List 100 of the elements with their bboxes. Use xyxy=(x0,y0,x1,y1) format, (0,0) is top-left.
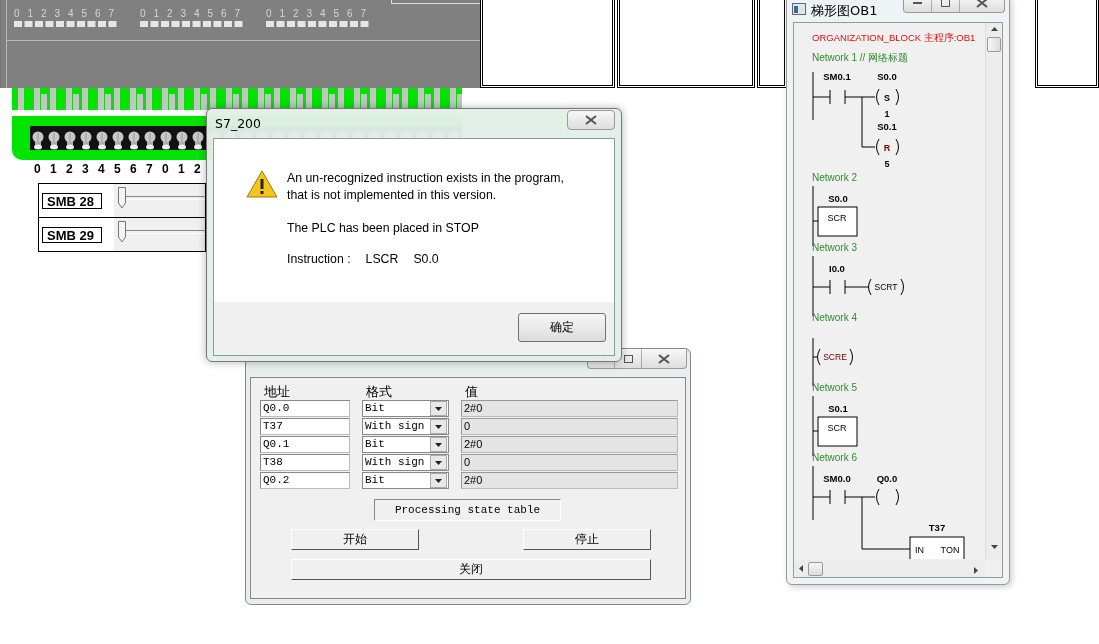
bit-label: 3 xyxy=(54,8,60,19)
operand-label: Q0.0 xyxy=(876,473,898,484)
bit-label: 4 xyxy=(319,8,326,19)
scroll-thumb[interactable] xyxy=(987,37,1001,52)
network-title: Network 1 // 网络标题 xyxy=(812,52,909,63)
window-title: 梯形图OB1 xyxy=(811,1,879,20)
contact-icon xyxy=(829,279,846,295)
scroll-right-icon xyxy=(972,567,979,574)
bit-label: 2 xyxy=(292,8,299,19)
bulb-icon xyxy=(176,130,188,150)
operand-label: SM0.1 xyxy=(823,71,851,82)
column-header: 地址 xyxy=(263,384,291,399)
bulb-icon xyxy=(144,130,156,150)
action-button[interactable]: 关闭 xyxy=(291,559,651,580)
operand-label: S0.1 xyxy=(828,403,848,414)
bulb-icon xyxy=(112,130,124,150)
bit-label: 1 xyxy=(153,8,160,19)
slider-track[interactable] xyxy=(114,218,205,251)
slider-label: SMB 28 xyxy=(42,192,102,209)
bit-label: 5 xyxy=(207,8,213,19)
maximize-icon xyxy=(623,354,633,363)
instruction-box xyxy=(817,206,858,237)
bit-label: 0 xyxy=(14,8,20,19)
operand-label: SM0.0 xyxy=(823,473,851,484)
close-button[interactable] xyxy=(567,109,615,130)
scroll-left-icon xyxy=(798,565,805,572)
input-bit-label: 0 xyxy=(34,162,42,176)
instruction-box xyxy=(817,416,858,447)
dropdown-arrow-icon xyxy=(435,478,442,483)
coil-instruction: SCRE xyxy=(823,352,847,362)
input-bit-label: 1 xyxy=(50,162,58,176)
bit-label: 5 xyxy=(81,8,87,19)
format-dropdown[interactable]: With sign xyxy=(362,454,449,471)
dropdown-arrow-icon xyxy=(435,442,442,447)
input-bit-label: 6 xyxy=(130,162,138,176)
address-field[interactable]: T38 xyxy=(260,454,350,471)
bulb-icon xyxy=(128,130,140,150)
close-icon xyxy=(976,0,988,8)
coil-operation: S xyxy=(884,93,890,103)
scroll-up-icon xyxy=(990,26,998,33)
slider-label: SMB 29 xyxy=(42,226,102,243)
input-bit-label: 1 xyxy=(178,162,186,176)
input-bit-label: 0 xyxy=(162,162,170,176)
network-title: Network 2 xyxy=(812,172,857,183)
coil-count: 5 xyxy=(884,159,890,169)
coil-count: 1 xyxy=(884,109,890,119)
operand-label: S0.1 xyxy=(877,121,897,132)
address-field[interactable]: T37 xyxy=(260,418,350,435)
close-icon xyxy=(658,353,670,364)
instruction-label: Instruction : xyxy=(287,252,351,266)
bit-label: 6 xyxy=(220,8,227,19)
coil-operation: R xyxy=(883,143,891,153)
window-app-icon xyxy=(792,2,806,15)
bit-label: 4 xyxy=(193,8,200,19)
instruction-operand: S0.0 xyxy=(413,252,439,266)
format-dropdown[interactable]: With sign xyxy=(362,418,449,435)
format-dropdown[interactable]: Bit xyxy=(362,400,449,417)
bit-label: 0 xyxy=(266,8,272,19)
bit-label: 4 xyxy=(67,8,74,19)
warning-icon xyxy=(246,170,278,198)
coil-icon xyxy=(868,278,904,296)
network-title: Network 5 xyxy=(812,382,857,393)
input-bit-label: 7 xyxy=(146,162,154,176)
maximize-icon xyxy=(941,0,950,7)
dialog-title: S7_200 xyxy=(215,116,261,131)
ok-button[interactable]: 确定 xyxy=(518,313,606,342)
bit-label: 2 xyxy=(40,8,47,19)
address-field[interactable]: Q0.1 xyxy=(260,436,350,453)
value-field: 2#0 xyxy=(461,400,678,417)
address-field[interactable]: Q0.0 xyxy=(260,400,350,417)
input-bit-label: 4 xyxy=(98,162,106,176)
instruction-name: LSCR xyxy=(365,252,399,266)
address-field[interactable]: Q0.2 xyxy=(260,472,350,489)
coil-icon xyxy=(817,348,853,366)
action-button[interactable]: 开始 xyxy=(291,529,419,550)
slider-thumb[interactable] xyxy=(118,221,126,243)
bit-label: 7 xyxy=(360,8,366,19)
bit-label: 3 xyxy=(180,8,186,19)
coil-icon xyxy=(876,138,899,156)
instruction-label: SCR xyxy=(827,423,847,433)
bit-label: 7 xyxy=(234,8,240,19)
bit-label: 2 xyxy=(166,8,173,19)
network-title: Network 6 xyxy=(812,452,857,463)
slider-thumb[interactable] xyxy=(118,187,126,209)
bit-label: 3 xyxy=(306,8,312,19)
input-bit-label: 3 xyxy=(82,162,90,176)
dropdown-arrow-icon xyxy=(435,460,442,465)
scroll-thumb[interactable] xyxy=(808,561,823,576)
input-bit-label: 2 xyxy=(66,162,74,176)
format-dropdown[interactable]: Bit xyxy=(362,472,449,489)
value-field: 2#0 xyxy=(461,472,678,489)
coil-instruction: SCRT xyxy=(874,282,898,292)
minimize-icon xyxy=(913,1,922,5)
close-icon xyxy=(585,114,597,125)
input-bit-label: 2 xyxy=(194,162,202,176)
contact-icon xyxy=(829,89,846,105)
format-dropdown[interactable]: Bit xyxy=(362,436,449,453)
value-field: 0 xyxy=(461,418,678,435)
slider-track[interactable] xyxy=(114,184,205,217)
action-button[interactable]: 停止 xyxy=(523,529,651,550)
